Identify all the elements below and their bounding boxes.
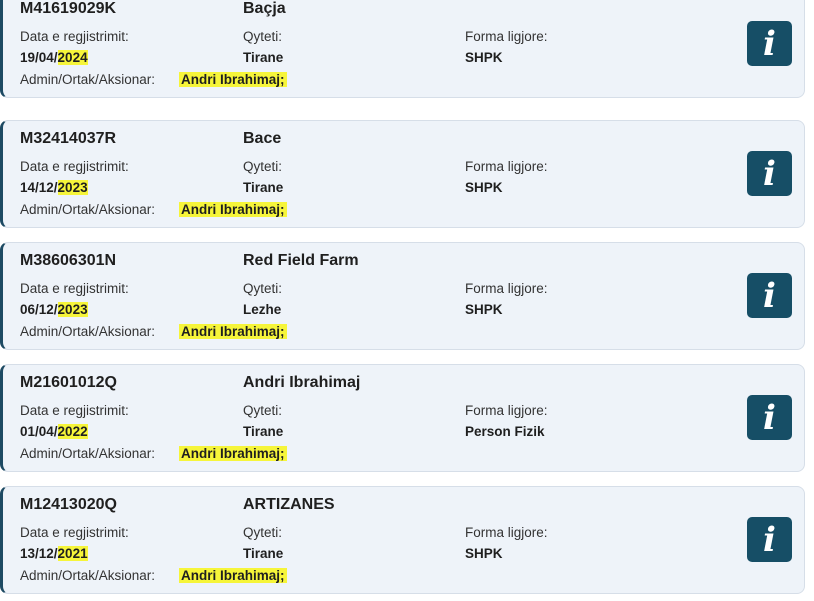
registration-date-label: Data e regjistrimit:: [20, 159, 129, 174]
registration-date-year: 2022: [57, 424, 88, 439]
registration-date-day-month: 14/12/: [20, 180, 58, 195]
info-icon[interactable]: i: [747, 21, 792, 66]
company-name: ARTIZANES: [243, 496, 335, 513]
legal-form-value: SHPK: [465, 50, 503, 65]
company-nipt: M32414037R: [20, 130, 117, 147]
company-name: Andri Ibrahimaj: [243, 374, 361, 391]
registration-date-year: 2024: [57, 50, 88, 65]
city-value: Tirane: [243, 424, 284, 439]
city-value: Tirane: [243, 180, 284, 195]
registration-date-label: Data e regjistrimit:: [20, 525, 129, 540]
registration-date-value: 19/04/2024: [20, 50, 88, 65]
registration-date-value: 01/04/2022: [20, 424, 88, 439]
registration-date-value: 13/12/2021: [20, 546, 88, 561]
company-nipt: M12413020Q: [20, 496, 117, 513]
info-icon[interactable]: i: [747, 273, 792, 318]
city-label: Qyteti:: [243, 525, 283, 540]
registration-date-value: 06/12/2023: [20, 302, 88, 317]
city-label: Qyteti:: [243, 281, 283, 296]
registration-date-year: 2023: [57, 180, 88, 195]
legal-form-label: Forma ligjore:: [465, 29, 548, 44]
legal-form-label: Forma ligjore:: [465, 281, 548, 296]
legal-form-label: Forma ligjore:: [465, 403, 548, 418]
admin-value: Andri Ibrahimaj;: [179, 202, 287, 217]
city-label: Qyteti:: [243, 159, 283, 174]
legal-form-value: SHPK: [465, 546, 503, 561]
company-name: Red Field Farm: [243, 252, 359, 269]
legal-form-label: Forma ligjore:: [465, 159, 548, 174]
company-nipt: M21601012Q: [20, 374, 117, 391]
company-card: M41619029K Baçja Data e regjistrimit: Qy…: [0, 0, 805, 98]
admin-label: Admin/Ortak/Aksionar:: [20, 202, 156, 217]
company-nipt: M38606301N: [20, 252, 117, 269]
company-card: M38606301N Red Field Farm Data e regjist…: [0, 242, 805, 350]
legal-form-label: Forma ligjore:: [465, 525, 548, 540]
legal-form-value: Person Fizik: [465, 424, 545, 439]
city-label: Qyteti:: [243, 403, 283, 418]
company-name: Baçja: [243, 0, 286, 17]
company-card: M12413020Q ARTIZANES Data e regjistrimit…: [0, 486, 805, 594]
info-icon[interactable]: i: [747, 395, 792, 440]
info-icon[interactable]: i: [747, 151, 792, 196]
company-card: M32414037R Bace Data e regjistrimit: Qyt…: [0, 120, 805, 228]
admin-label: Admin/Ortak/Aksionar:: [20, 568, 156, 583]
admin-value: Andri Ibrahimaj;: [179, 72, 287, 87]
company-card: M21601012Q Andri Ibrahimaj Data e regjis…: [0, 364, 805, 472]
legal-form-value: SHPK: [465, 302, 503, 317]
registration-date-year: 2021: [57, 546, 88, 561]
registration-date-value: 14/12/2023: [20, 180, 88, 195]
admin-label: Admin/Ortak/Aksionar:: [20, 324, 156, 339]
registration-date-day-month: 13/12/: [20, 546, 58, 561]
company-nipt: M41619029K: [20, 0, 117, 17]
registration-date-year: 2023: [57, 302, 88, 317]
city-value: Lezhe: [243, 302, 282, 317]
city-value: Tirane: [243, 50, 284, 65]
registration-date-day-month: 06/12/: [20, 302, 58, 317]
registration-date-label: Data e regjistrimit:: [20, 29, 129, 44]
registration-date-label: Data e regjistrimit:: [20, 281, 129, 296]
legal-form-value: SHPK: [465, 180, 503, 195]
admin-label: Admin/Ortak/Aksionar:: [20, 72, 156, 87]
city-label: Qyteti:: [243, 29, 283, 44]
admin-label: Admin/Ortak/Aksionar:: [20, 446, 156, 461]
registration-date-day-month: 19/04/: [20, 50, 58, 65]
admin-value: Andri Ibrahimaj;: [179, 446, 287, 461]
company-name: Bace: [243, 130, 282, 147]
registration-date-day-month: 01/04/: [20, 424, 58, 439]
registration-date-label: Data e regjistrimit:: [20, 403, 129, 418]
admin-value: Andri Ibrahimaj;: [179, 568, 287, 583]
info-icon[interactable]: i: [747, 517, 792, 562]
city-value: Tirane: [243, 546, 284, 561]
admin-value: Andri Ibrahimaj;: [179, 324, 287, 339]
